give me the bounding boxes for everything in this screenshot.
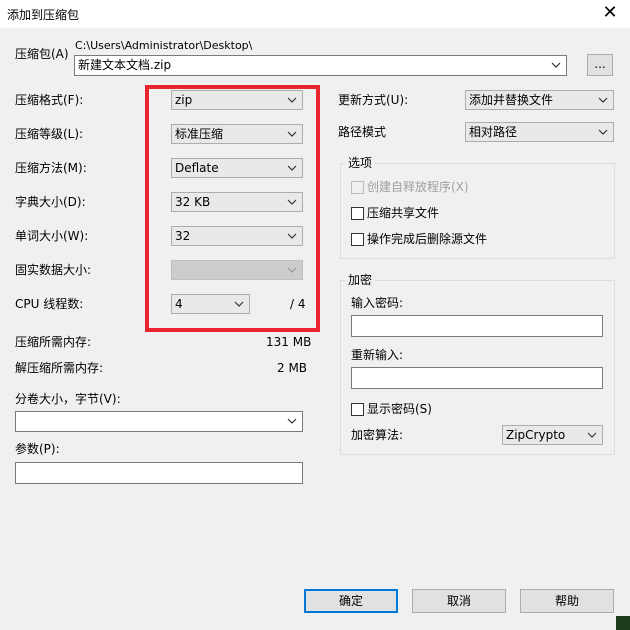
encryption-method-label: 加密算法: [351, 428, 404, 442]
solid-label: 固实数据大小: [15, 263, 92, 277]
shared-checkbox[interactable] [351, 207, 364, 220]
browse-button[interactable]: ... [587, 54, 613, 76]
params-label: 参数(P): [15, 442, 60, 456]
ok-button[interactable]: 确定 [304, 589, 398, 613]
path-mode-label: 路径模式 [338, 125, 387, 139]
split-select[interactable] [15, 411, 303, 432]
update-value: 添加并替换文件 [469, 93, 554, 107]
reenter-password-input[interactable] [351, 367, 603, 389]
archive-label: 压缩包(A) [15, 47, 69, 61]
mem-decompress-value: 2 MB [277, 361, 308, 375]
encryption-method-value: ZipCrypto [506, 428, 566, 442]
update-select[interactable]: 添加并替换文件 [465, 90, 614, 110]
help-button[interactable]: 帮助 [520, 589, 614, 613]
method-label: 压缩方法(M): [15, 161, 87, 175]
mem-decompress-label: 解压缩所需内存: [15, 361, 104, 375]
format-label: 压缩格式(F): [15, 93, 84, 107]
cpu-label: CPU 线程数: [15, 297, 84, 311]
path-mode-value: 相对路径 [469, 125, 518, 139]
chevron-down-icon [287, 418, 297, 424]
chevron-down-icon [551, 62, 561, 68]
cancel-button[interactable]: 取消 [412, 589, 506, 613]
word-label: 单词大小(W): [15, 229, 89, 243]
chevron-down-icon [598, 129, 608, 135]
archive-filename-combo[interactable]: 新建文本文档.zip [74, 55, 567, 76]
sfx-checkbox [351, 181, 364, 194]
show-password-checkbox[interactable] [351, 403, 364, 416]
params-input[interactable] [15, 462, 303, 484]
options-title: 选项 [345, 156, 376, 170]
split-label: 分卷大小，字节(V): [15, 392, 121, 406]
window-title: 添加到压缩包 [7, 8, 80, 22]
level-label: 压缩等级(L): [15, 127, 84, 141]
show-password-label[interactable]: 显示密码(S) [367, 401, 432, 417]
title-bar: 添加到压缩包 ✕ [0, 0, 630, 28]
archive-path: C:\Users\Administrator\Desktop\ [75, 39, 253, 52]
reenter-label: 重新输入: [351, 348, 404, 362]
mem-compress-value: 131 MB [266, 335, 312, 349]
archive-filename: 新建文本文档.zip [78, 58, 172, 72]
delete-label[interactable]: 操作完成后删除源文件 [367, 231, 487, 247]
chevron-down-icon [598, 97, 608, 103]
sfx-label: 创建自释放程序(X) [367, 180, 469, 194]
password-label: 输入密码: [351, 296, 404, 310]
password-input[interactable] [351, 315, 603, 337]
dict-label: 字典大小(D): [15, 195, 86, 209]
path-mode-select[interactable]: 相对路径 [465, 122, 614, 142]
desktop-corner [616, 616, 630, 630]
delete-checkbox[interactable] [351, 233, 364, 246]
chevron-down-icon [587, 432, 597, 438]
highlight-box [145, 85, 320, 332]
mem-compress-label: 压缩所需内存: [15, 335, 92, 349]
encryption-method-select[interactable]: ZipCrypto [502, 425, 603, 445]
encryption-title: 加密 [345, 273, 376, 287]
close-icon[interactable]: ✕ [600, 3, 620, 23]
update-label: 更新方式(U): [338, 93, 409, 107]
shared-label[interactable]: 压缩共享文件 [367, 205, 439, 221]
